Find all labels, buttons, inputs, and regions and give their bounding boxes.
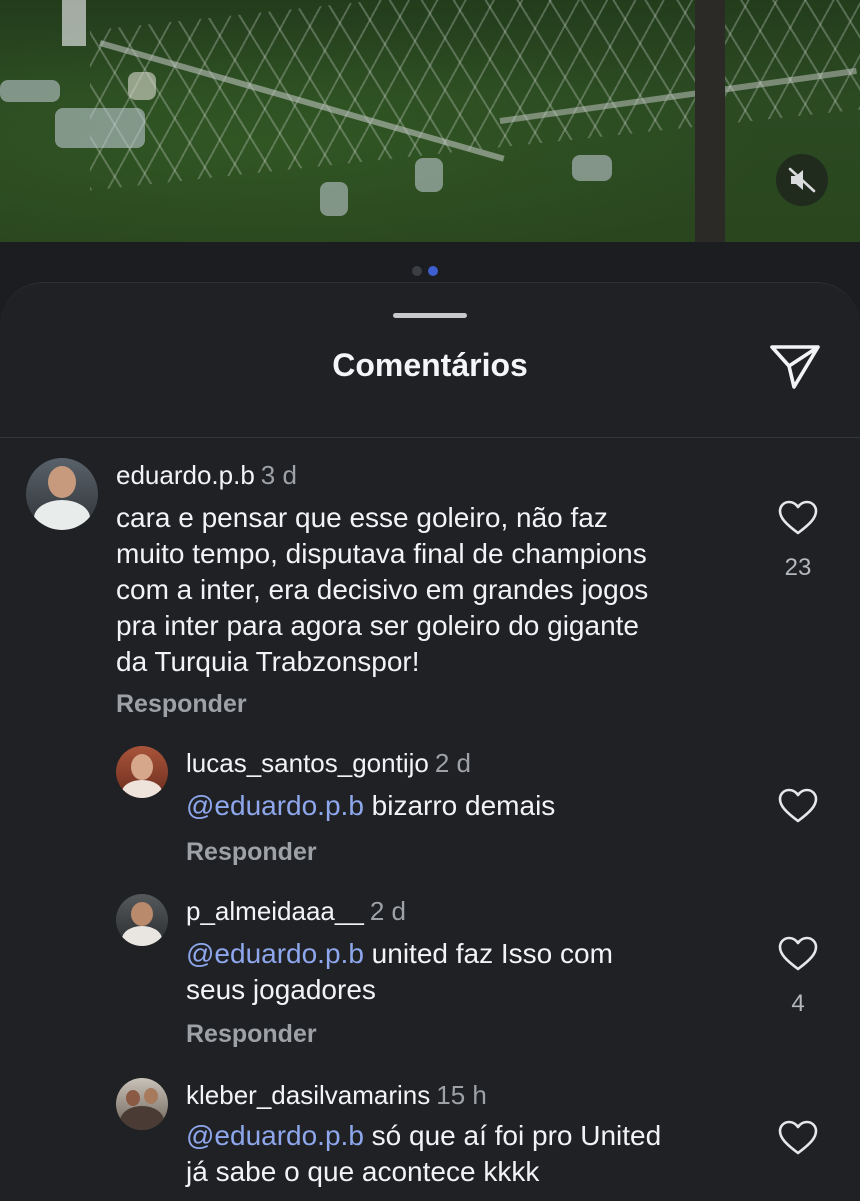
comments-sheet: Comentários xyxy=(0,282,860,1201)
bottle xyxy=(0,80,60,102)
timestamp: 2 d xyxy=(434,748,471,778)
comment-meta: kleber_dasilvamarins 15 h xyxy=(186,1080,487,1111)
goal-net xyxy=(90,0,860,191)
like-count: 23 xyxy=(784,554,812,581)
avatar[interactable] xyxy=(26,458,98,530)
timestamp: 15 h xyxy=(436,1080,487,1110)
comment-text: cara e pensar que esse goleiro, não faz … xyxy=(116,502,649,677)
comment-meta: eduardo.p.b 3 d xyxy=(116,460,297,491)
username[interactable]: eduardo.p.b xyxy=(116,460,255,490)
bottle xyxy=(55,108,145,148)
username[interactable]: kleber_dasilvamarins xyxy=(186,1080,430,1110)
avatar[interactable] xyxy=(116,746,168,798)
heart-icon[interactable] xyxy=(778,1120,818,1156)
username[interactable]: p_almeidaaa__ xyxy=(186,896,364,926)
goal-post xyxy=(695,0,725,242)
comment-meta: lucas_santos_gontijo 2 d xyxy=(186,748,471,779)
comment-text: @eduardo.p.b united faz Isso com seus jo… xyxy=(186,938,613,1005)
pager-dot[interactable] xyxy=(412,266,422,276)
heart-icon[interactable] xyxy=(778,936,818,972)
heart-icon[interactable] xyxy=(778,500,818,536)
mention-link[interactable]: @eduardo.p.b xyxy=(186,938,364,969)
comment-text: @eduardo.p.b bizarro demais xyxy=(186,790,556,821)
comment-meta: p_almeidaaa__ 2 d xyxy=(186,896,406,927)
comment-text: @eduardo.p.b só que aí foi pro United já… xyxy=(186,1120,662,1187)
divider xyxy=(0,437,860,438)
pager-dot-active[interactable] xyxy=(428,266,438,276)
sheet-title: Comentários xyxy=(332,347,528,383)
avatar[interactable] xyxy=(116,894,168,946)
mention-link[interactable]: @eduardo.p.b xyxy=(186,1120,364,1151)
paper-plane-icon[interactable] xyxy=(768,341,822,391)
speaker-muted-icon xyxy=(788,167,816,193)
username[interactable]: lucas_santos_gontijo xyxy=(186,748,429,778)
goal-post xyxy=(62,0,86,46)
video-player[interactable] xyxy=(0,0,860,242)
like-count: 4 xyxy=(791,990,805,1017)
timestamp: 3 d xyxy=(260,460,297,490)
carousel-pager xyxy=(412,266,438,276)
timestamp: 2 d xyxy=(369,896,406,926)
mention-link[interactable]: @eduardo.p.b xyxy=(186,790,364,821)
reply-button[interactable]: Responder xyxy=(186,838,317,867)
bottle xyxy=(415,158,443,192)
reply-button[interactable]: Responder xyxy=(186,1020,317,1049)
heart-icon[interactable] xyxy=(778,788,818,824)
reply-button[interactable]: Responder xyxy=(116,690,247,719)
avatar[interactable] xyxy=(116,1078,168,1130)
bottle xyxy=(128,72,156,100)
bottle xyxy=(572,155,612,181)
bottle xyxy=(320,182,348,216)
drag-handle[interactable] xyxy=(393,313,467,318)
mute-button[interactable] xyxy=(776,154,828,206)
